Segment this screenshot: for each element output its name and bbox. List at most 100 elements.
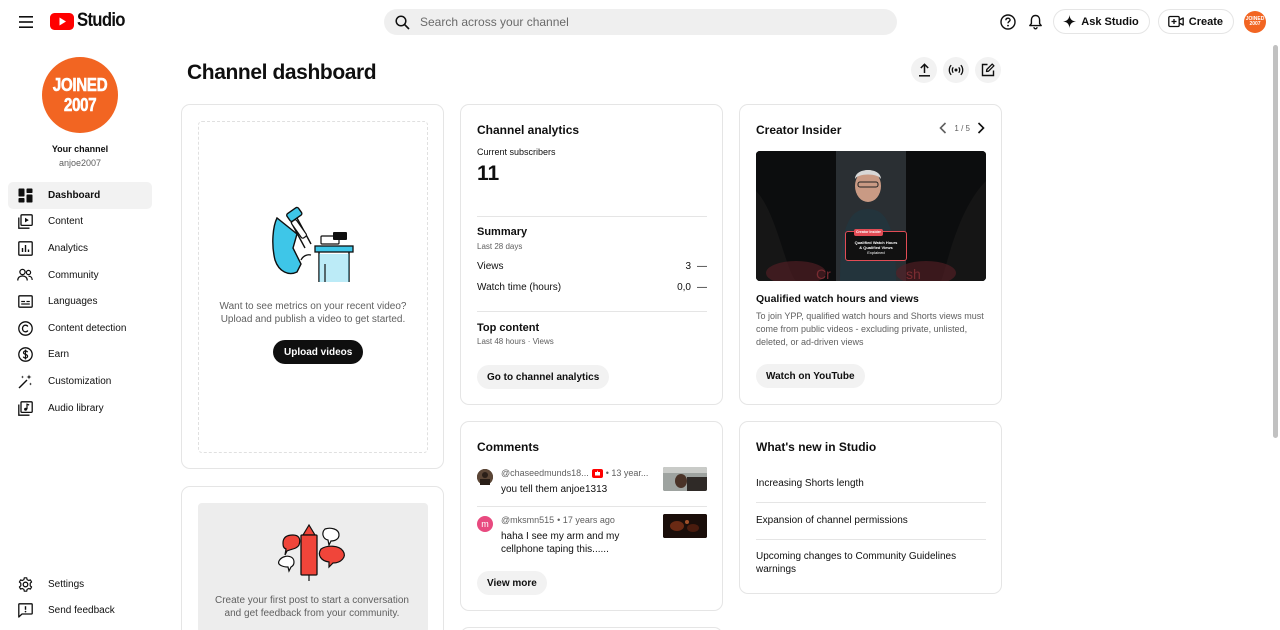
- channel-avatar[interactable]: JOINED 2007: [42, 57, 118, 133]
- upload-prompt-text: Want to see metrics on your recent video…: [199, 300, 427, 326]
- pager-text: 1 / 5: [954, 123, 970, 133]
- help-icon[interactable]: [996, 10, 1020, 34]
- watch-time-value: 0,0: [677, 282, 691, 293]
- chevron-left-icon[interactable]: [939, 122, 947, 134]
- post-prompt-line1: Create your first post to start a conver…: [215, 595, 409, 606]
- news-item[interactable]: Expansion of channel permissions: [756, 514, 986, 527]
- thumbnail-caption-line3: Explained: [867, 250, 885, 255]
- content-icon: [17, 214, 33, 230]
- create-video-icon: [1167, 15, 1184, 28]
- sidebar-item-languages[interactable]: Languages: [8, 288, 152, 315]
- create-post-button[interactable]: [975, 57, 1001, 83]
- avatar[interactable]: m: [477, 516, 493, 532]
- audio-library-icon: [17, 400, 33, 416]
- insider-video-thumbnail[interactable]: Cr sh Creator Insider Qualified Watch Ho…: [756, 151, 986, 281]
- upload-video-card: Want to see metrics on your recent video…: [181, 104, 444, 469]
- page-title: Channel dashboard: [187, 61, 377, 84]
- live-broadcast-icon: [948, 64, 964, 76]
- comment-text: you tell them anjoe1313: [501, 484, 608, 495]
- search-icon: [395, 14, 410, 30]
- watch-time-change: —: [697, 282, 707, 293]
- sidebar-item-dashboard[interactable]: Dashboard: [8, 182, 152, 209]
- summary-period: Last 28 days: [477, 242, 523, 251]
- comment-meta: @mksmn515 • 17 years ago: [501, 515, 615, 525]
- comment-time: • 13 year...: [605, 468, 649, 478]
- sidebar-bottom-nav: Settings Send feedback: [8, 571, 152, 624]
- divider: [756, 539, 986, 540]
- whats-new-card: What's new in Studio Increasing Shorts l…: [739, 421, 1002, 594]
- comment-time: • 17 years ago: [557, 515, 615, 525]
- sidebar-item-label: Audio library: [48, 402, 104, 414]
- avatar[interactable]: [477, 469, 493, 485]
- top-content-title: Top content: [477, 322, 540, 334]
- sidebar-item-settings[interactable]: Settings: [8, 571, 152, 598]
- creator-insider-card: Creator Insider 1 / 5 Cr sh Creator Insi…: [739, 104, 1002, 405]
- insider-pager: 1 / 5: [939, 122, 985, 134]
- sidebar-item-label: Analytics: [48, 242, 89, 254]
- sidebar-item-analytics[interactable]: Analytics: [8, 235, 152, 262]
- insider-video-title[interactable]: Qualified watch hours and views: [756, 293, 919, 305]
- go-to-analytics-button[interactable]: Go to channel analytics: [477, 365, 610, 389]
- views-label: Views: [477, 261, 504, 272]
- studio-logo[interactable]: Studio: [50, 10, 131, 32]
- upload-illustration: [272, 206, 354, 282]
- search-bar[interactable]: [384, 9, 897, 35]
- ask-studio-button[interactable]: Ask Studio: [1053, 9, 1150, 34]
- upload-icon: [918, 63, 930, 77]
- comments-card: Comments @chaseedmunds18... • 13 year...…: [460, 421, 723, 611]
- video-thumbnail[interactable]: [663, 514, 707, 538]
- news-item[interactable]: Upcoming changes to Community Guidelines…: [756, 550, 986, 576]
- chevron-right-icon[interactable]: [977, 122, 985, 134]
- create-button[interactable]: Create: [1157, 9, 1234, 34]
- go-live-button[interactable]: [943, 57, 969, 83]
- scrollbar[interactable]: [1270, 42, 1280, 630]
- sidebar-nav: Dashboard Content Analytics Community La…: [8, 182, 152, 421]
- upload-button[interactable]: [911, 57, 937, 83]
- comment-text: haha I see my arm and my cellphone tapin…: [501, 531, 620, 555]
- view-more-button[interactable]: View more: [477, 571, 547, 595]
- watch-on-youtube-button[interactable]: Watch on YouTube: [756, 364, 865, 388]
- community-icon: [17, 267, 33, 283]
- dashboard-icon: [17, 187, 33, 203]
- video-thumbnail[interactable]: [663, 467, 707, 491]
- channel-analytics-card: Channel analytics Current subscribers 11…: [460, 104, 723, 405]
- list-item[interactable]: @chaseedmunds18... • 13 year... you tell…: [477, 467, 707, 507]
- sparkle-icon: [1063, 15, 1077, 28]
- sidebar-item-label: Send feedback: [48, 605, 115, 617]
- top-bar: Studio Ask Studio Create JOINED 2007: [0, 0, 1280, 42]
- sidebar-item-earn[interactable]: Earn: [8, 342, 152, 369]
- scrollbar-thumb[interactable]: [1273, 45, 1278, 438]
- divider: [477, 311, 707, 312]
- comment-author[interactable]: @mksmn515: [501, 515, 554, 525]
- divider: [756, 502, 986, 503]
- youtube-logo-icon: [50, 12, 74, 30]
- watch-time-label: Watch time (hours): [477, 282, 562, 293]
- sidebar-item-community[interactable]: Community: [8, 262, 152, 289]
- account-avatar[interactable]: JOINED 2007: [1244, 10, 1266, 33]
- magic-wand-icon: [17, 373, 33, 389]
- comment-author[interactable]: @chaseedmunds18...: [501, 468, 589, 478]
- news-item[interactable]: Increasing Shorts length: [756, 477, 986, 490]
- notifications-bell-icon[interactable]: [1023, 10, 1047, 34]
- search-input[interactable]: [420, 15, 860, 29]
- comment-meta: @chaseedmunds18... • 13 year...: [501, 468, 648, 478]
- menu-icon[interactable]: [14, 10, 38, 34]
- views-change: —: [697, 261, 707, 272]
- upload-videos-button[interactable]: Upload videos: [273, 340, 364, 364]
- sidebar-item-label: Settings: [48, 578, 85, 590]
- post-prompt-line2: and get feedback from your community.: [224, 608, 400, 619]
- gear-icon: [17, 576, 33, 592]
- top-right-actions: Ask Studio Create JOINED 2007: [996, 9, 1266, 34]
- divider: [477, 216, 707, 217]
- list-item[interactable]: m @mksmn515 • 17 years ago haha I see my…: [477, 514, 707, 555]
- languages-icon: [17, 294, 33, 310]
- sidebar-item-content-detection[interactable]: Content detection: [8, 315, 152, 342]
- sidebar-item-content[interactable]: Content: [8, 209, 152, 236]
- views-row: Views 3 —: [477, 261, 707, 272]
- sidebar-item-audio-library[interactable]: Audio library: [8, 395, 152, 422]
- sidebar-item-customization[interactable]: Customization: [8, 368, 152, 395]
- create-post-card: Create your first post to start a conver…: [181, 486, 444, 630]
- your-channel-label: Your channel: [51, 144, 109, 154]
- upload-dropzone: Want to see metrics on your recent video…: [198, 121, 428, 453]
- sidebar-item-send-feedback[interactable]: Send feedback: [8, 598, 152, 625]
